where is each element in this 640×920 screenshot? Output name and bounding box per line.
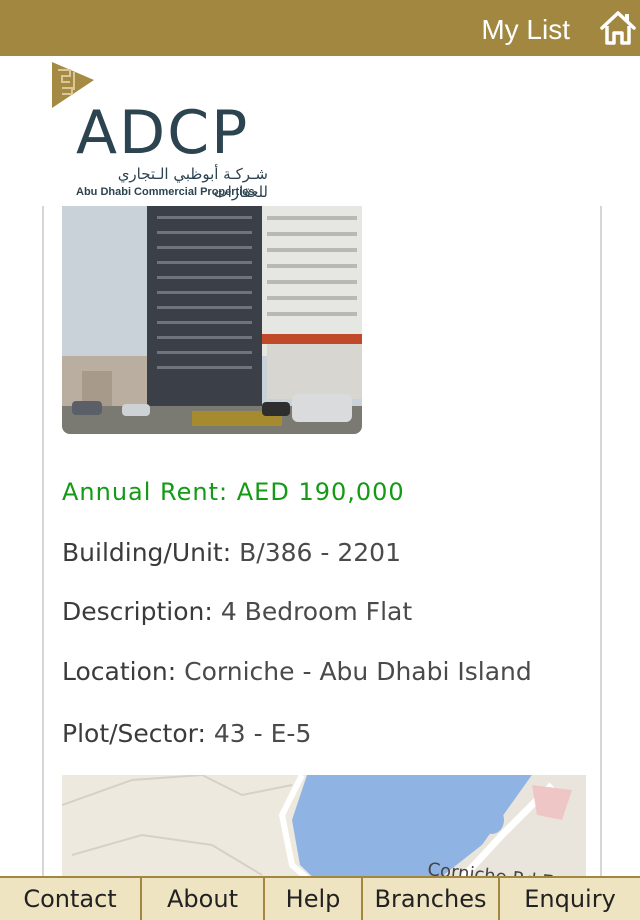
plot-sector-row: Plot/Sector: 43 - E-5: [62, 719, 311, 748]
description-row: Description: 4 Bedroom Flat: [62, 597, 412, 626]
location-label: Location:: [62, 657, 177, 686]
building-unit-label: Building/Unit:: [62, 538, 232, 567]
property-photo[interactable]: [62, 206, 362, 434]
logo-wordmark: ADCP: [76, 98, 250, 168]
adcp-logo: ADCP شـركـة أبوظبي الـتجاري للعقارات Abu…: [48, 58, 268, 203]
my-list-link[interactable]: My List: [481, 14, 570, 46]
description-label: Description:: [62, 597, 213, 626]
property-card: Annual Rent: AED 190,000 Building/Unit: B…: [42, 206, 602, 900]
location-value: Corniche - Abu Dhabi Island: [184, 657, 532, 686]
tab-contact[interactable]: Contact: [0, 876, 142, 920]
logo-subtitle: Abu Dhabi Commercial Properties: [76, 186, 255, 198]
building-unit-row: Building/Unit: B/386 - 2201: [62, 538, 401, 567]
annual-rent: Annual Rent: AED 190,000: [62, 478, 405, 506]
top-bar: My List: [0, 0, 640, 56]
plot-sector-label: Plot/Sector:: [62, 719, 206, 748]
building-unit-value: B/386 - 2201: [239, 538, 401, 567]
tab-help[interactable]: Help: [265, 876, 363, 920]
tab-enquiry[interactable]: Enquiry: [500, 876, 640, 920]
location-row: Location: Corniche - Abu Dhabi Island: [62, 657, 532, 686]
tab-branches[interactable]: Branches: [363, 876, 500, 920]
tab-about[interactable]: About: [142, 876, 265, 920]
plot-sector-value: 43 - E-5: [213, 719, 312, 748]
description-value: 4 Bedroom Flat: [220, 597, 413, 626]
home-icon[interactable]: [598, 8, 638, 48]
bottom-tab-bar: Contact About Help Branches Enquiry: [0, 876, 640, 920]
